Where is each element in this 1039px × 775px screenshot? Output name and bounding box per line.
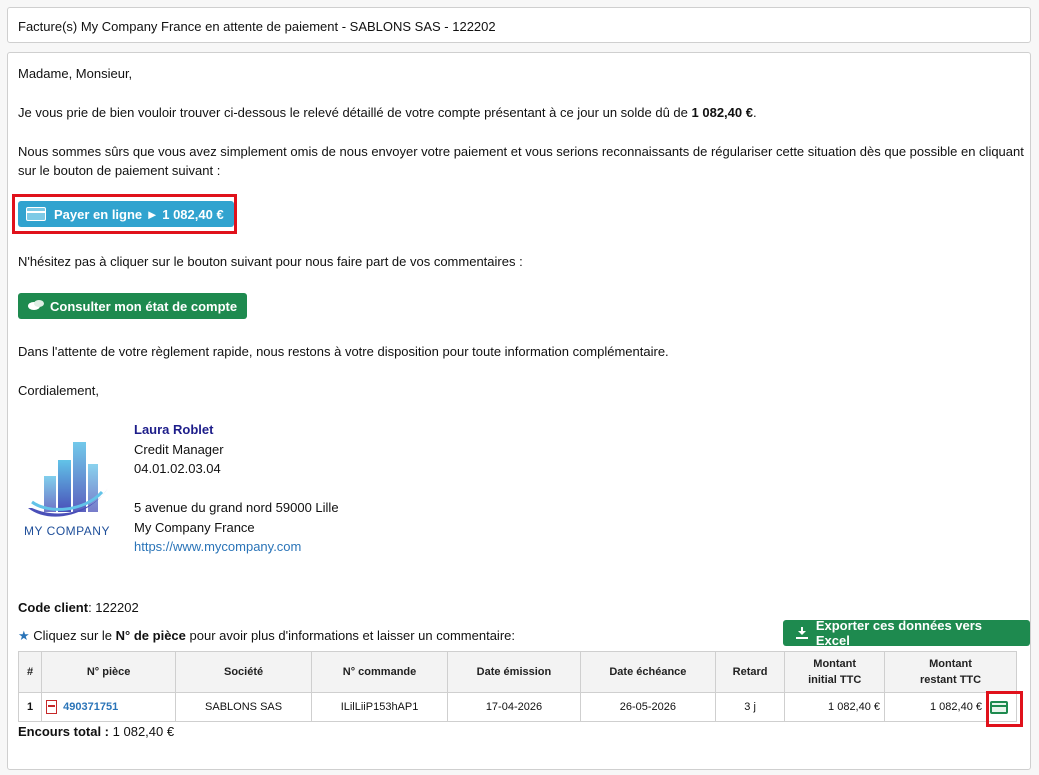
row-initial: 1 082,40 € [784,692,886,722]
row-emission: 17-04-2026 [447,692,581,722]
email-subject: Facture(s) My Company France en attente … [7,7,1031,43]
pay-online-button[interactable]: Payer en ligne ► 1 082,40 € [18,201,234,227]
intro-text: Je vous prie de bien vouloir trouver ci-… [18,105,688,120]
col-header-initial: Montant initial TTC [784,651,886,693]
col-header-retard: Retard [714,651,786,693]
row-echeance: 26-05-2026 [579,692,716,722]
client-code-label: Code client [18,600,89,615]
row-piece-cell: 490371751 [41,692,177,722]
table-header-row: # N° pièce Société N° commande Date émis… [17,651,1017,693]
col-header-echeance: Date échéance [579,651,716,693]
table-hint: ★ Cliquez sur le N° de pièce pour avoir … [18,626,515,645]
total-label: Encours total : [18,724,110,739]
account-statement-label: Consulter mon état de compte [50,298,238,314]
balance-amount: 1 082,40 € [691,105,753,120]
col-header-index: # [17,651,43,693]
signature-block: Laura Roblet Credit Manager 04.01.02.03.… [134,420,339,557]
comment-bubble-icon [28,300,44,312]
account-statement-button[interactable]: Consulter mon état de compte [18,293,248,319]
hint-pre: Cliquez sur le [33,628,113,643]
row-retard: 3 j [714,692,786,722]
table-row: 1 490371751 SABLONS SAS ILilLiiP153hAP1 … [17,692,1017,722]
row-index: 1 [17,692,43,722]
intro-paragraph: Je vous prie de bien vouloir trouver ci-… [18,105,757,120]
signer-role: Credit Manager [134,441,224,457]
col-header-societe: Société [175,651,313,693]
signer-phone: 04.01.02.03.04 [134,461,221,476]
sign-off: Cordialement, [18,383,99,398]
hint-bold: N° de pièce [115,628,186,643]
client-code-value: : 122202 [88,600,139,615]
company-name: My Company France [134,519,255,535]
export-excel-button[interactable]: Exporter ces données vers Excel [783,618,1030,648]
pay-online-label: Payer en ligne ► 1 082,40 € [54,206,224,222]
greeting: Madame, Monsieur, [18,66,133,81]
total-value: 1 082,40 € [112,724,175,739]
total-outstanding: Encours total : 1 082,40 € [18,722,174,741]
hint-post: pour avoir plus d'informations et laisse… [189,628,515,643]
company-address: 5 avenue du grand nord 59000 Lille [134,500,339,515]
col-header-commande: N° commande [311,651,448,693]
col-header-restant: Montant restant TTC [884,651,1017,693]
reminder-line-1: Nous sommes sûrs que vous avez simplemen… [18,144,1024,159]
credit-card-icon [26,207,46,221]
invoice-table: # N° pièce Société N° commande Date émis… [17,651,1017,722]
row-restant: 1 082,40 € [930,701,982,713]
logo-text: MY COMPANY [24,524,110,538]
row-pay-highlight [986,691,1023,727]
download-icon [796,627,808,639]
email-body: Madame, Monsieur, Je vous prie de bien v… [7,52,1031,770]
reminder-line-2: sur le bouton de paiement suivant : [18,163,221,178]
comment-prompt: N'hésitez pas à cliquer sur le bouton su… [18,254,523,269]
col-header-piece: N° pièce [41,651,177,693]
company-website-link[interactable]: https://www.mycompany.com [134,539,301,554]
star-icon: ★ [18,628,30,643]
client-code: Code client: 122202 [18,598,139,617]
company-logo: MY COMPANY [18,436,116,548]
signer-name: Laura Roblet [134,422,214,437]
export-excel-label: Exporter ces données vers Excel [815,618,983,648]
row-societe: SABLONS SAS [175,692,313,722]
pdf-icon[interactable] [46,700,58,714]
row-commande: ILilLiiP153hAP1 [311,692,448,722]
closing-text: Dans l'attente de votre règlement rapide… [18,344,669,359]
col-header-emission: Date émission [447,651,581,693]
piece-number-link[interactable]: 490371751 [63,701,118,713]
